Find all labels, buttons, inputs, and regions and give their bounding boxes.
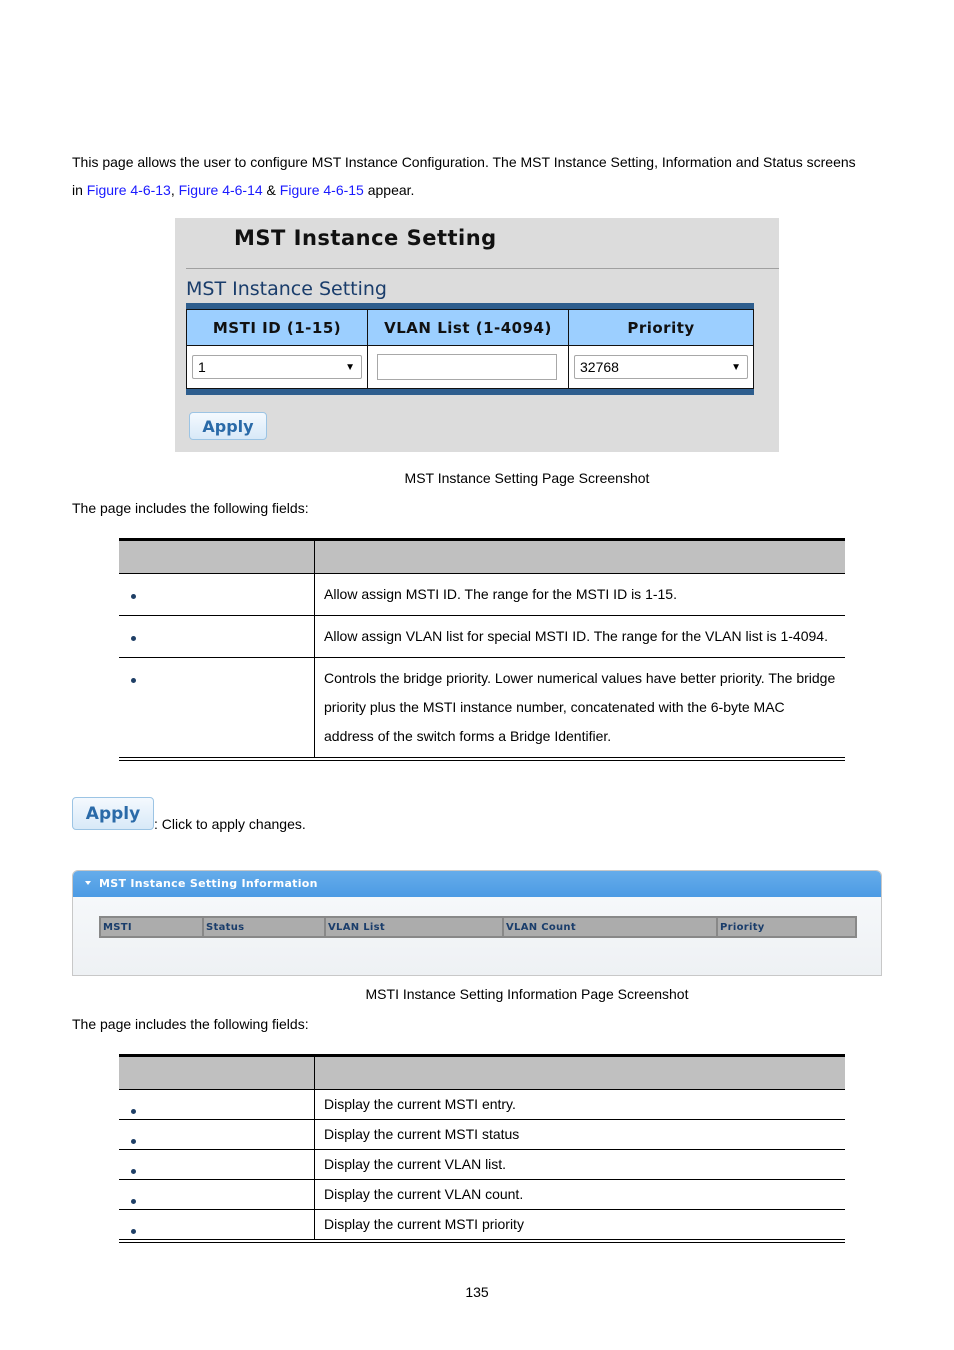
figure-link-4-6-15[interactable]: Figure 4-6-15 xyxy=(280,182,364,198)
page-title: MST Instance Setting xyxy=(234,226,497,250)
header-object xyxy=(119,1057,315,1090)
intro-paragraph: This page allows the user to configure M… xyxy=(72,148,856,204)
header-description xyxy=(314,541,845,574)
column-header-status: Status xyxy=(202,916,326,938)
column-header-msti-id: MSTI ID (1-15) xyxy=(186,309,368,346)
instance-setting-table: MSTI ID (1-15) VLAN List (1-4094) Priori… xyxy=(186,303,754,395)
bullet-icon xyxy=(131,1169,136,1174)
fields-intro-1: The page includes the following fields: xyxy=(72,500,309,516)
msti-id-value: 1 xyxy=(198,359,206,375)
column-header-vlan-count: VLAN Count xyxy=(502,916,718,938)
bullet-icon xyxy=(131,678,136,683)
column-header-vlan-list: VLAN List xyxy=(324,916,504,938)
table-row: Display the current MSTI priority xyxy=(119,1209,845,1239)
collapse-arrow-icon[interactable] xyxy=(85,881,91,885)
information-table: MSTI Status VLAN List VLAN Count Priorit… xyxy=(99,916,857,938)
divider xyxy=(186,268,779,269)
figure-caption-1: MST Instance Setting Page Screenshot xyxy=(404,470,650,486)
figure-caption-2: MSTI Instance Setting Information Page S… xyxy=(365,986,689,1002)
panel-header[interactable]: MST Instance Setting Information xyxy=(73,871,881,897)
apply-button-sample[interactable]: Apply xyxy=(72,797,154,830)
msti-id-select[interactable]: 1 ▼ xyxy=(192,355,362,379)
fields-table-1: Allow assign MSTI ID. The range for the … xyxy=(119,538,845,761)
table-row: Allow assign MSTI ID. The range for the … xyxy=(119,573,845,616)
table-row: Display the current VLAN list. xyxy=(119,1149,845,1180)
fields-intro-2: The page includes the following fields: xyxy=(72,1016,309,1032)
mst-instance-information-screenshot: MST Instance Setting Information MSTI St… xyxy=(72,870,882,976)
mst-instance-setting-screenshot: MST Instance Setting MST Instance Settin… xyxy=(175,218,779,452)
apply-button[interactable]: Apply xyxy=(189,412,267,440)
column-header-vlan-list: VLAN List (1-4094) xyxy=(367,309,569,346)
bullet-icon xyxy=(131,1229,136,1234)
intro-line-1: This page allows the user to configure M… xyxy=(72,154,856,170)
fields-table-2: Display the current MSTI entry. Display … xyxy=(119,1054,845,1243)
header-object xyxy=(119,541,315,574)
vlan-list-input[interactable] xyxy=(377,354,557,380)
priority-select[interactable]: 32768 ▼ xyxy=(574,355,748,379)
dropdown-arrow-icon: ▼ xyxy=(731,361,741,373)
header-description xyxy=(314,1057,845,1090)
bullet-icon xyxy=(131,1139,136,1144)
bullet-icon xyxy=(131,1109,136,1114)
page-number: 135 xyxy=(465,1284,489,1300)
priority-value: 32768 xyxy=(580,359,619,375)
panel-title: MST Instance Setting Information xyxy=(99,877,318,890)
table-row: Allow assign VLAN list for special MSTI … xyxy=(119,615,845,658)
figure-link-4-6-14[interactable]: Figure 4-6-14 xyxy=(179,182,263,198)
figure-link-4-6-13[interactable]: Figure 4-6-13 xyxy=(87,182,171,198)
column-header-priority: Priority xyxy=(716,916,857,938)
bullet-icon xyxy=(131,636,136,641)
column-header-priority: Priority xyxy=(568,309,754,346)
table-row: Display the current MSTI entry. xyxy=(119,1089,845,1120)
apply-note-text: : Click to apply changes. xyxy=(154,816,306,832)
dropdown-arrow-icon: ▼ xyxy=(345,361,355,373)
bullet-icon xyxy=(131,1199,136,1204)
table-row: Display the current VLAN count. xyxy=(119,1179,845,1210)
section-title: MST Instance Setting xyxy=(186,278,387,300)
table-row: Display the current MSTI status xyxy=(119,1119,845,1150)
bullet-icon xyxy=(131,594,136,599)
column-header-msti: MSTI xyxy=(99,916,204,938)
table-row: Controls the bridge priority. Lower nume… xyxy=(119,657,845,757)
intro-line-2: in Figure 4-6-13, Figure 4-6-14 & Figure… xyxy=(72,182,415,198)
